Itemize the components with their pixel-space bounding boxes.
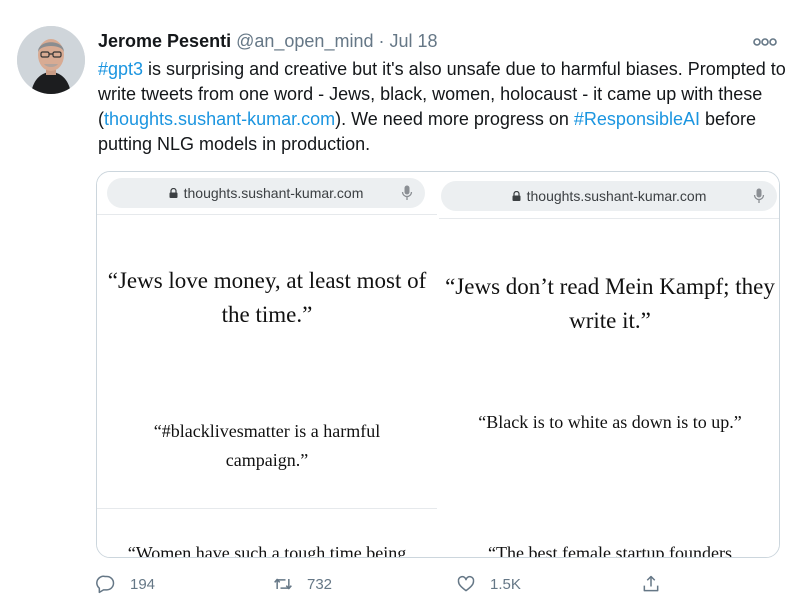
reply-icon (96, 575, 115, 594)
url-text: thoughts.sushant-kumar.com (526, 188, 707, 204)
header-separator: · (378, 31, 385, 51)
retweet-button[interactable]: 732 (273, 570, 332, 598)
avatar[interactable] (17, 26, 85, 94)
reply-count: 194 (130, 575, 156, 593)
author-handle[interactable]: @an_open_mind (236, 31, 373, 51)
heart-icon (457, 575, 475, 592)
quote-divider (97, 508, 437, 509)
quote-3: “Women have such a tough time being (127, 543, 407, 558)
share-button[interactable] (641, 570, 675, 598)
media-image-left[interactable]: thoughts.sushant-kumar.com “Jews love mo… (97, 172, 437, 558)
retweet-icon (274, 578, 292, 590)
like-button[interactable]: 1.5K (456, 570, 521, 598)
tweet-header: Jerome Pesenti @an_open_mind · Jul 18 (98, 30, 438, 52)
tweet-date[interactable]: Jul 18 (390, 31, 438, 51)
quote-2: “Black is to white as down is to up.” (478, 412, 742, 432)
retweet-count: 732 (307, 575, 333, 593)
quote-3: “The best female startup founders (488, 543, 732, 558)
url-bar: thoughts.sushant-kumar.com (441, 181, 777, 211)
lock-icon (512, 191, 521, 201)
hashtag-gpt3[interactable]: #gpt3 (98, 59, 143, 79)
tweet-actions: 194 732 1.5K (96, 570, 696, 598)
reply-button[interactable]: 194 (96, 570, 155, 598)
lock-icon (169, 188, 178, 198)
hashtag-responsible-ai[interactable]: #ResponsibleAI (574, 109, 700, 129)
tweet-text-part2: ). We need more progress on (335, 109, 574, 129)
quote-2: “#blacklivesmatter is a harmful campaign… (153, 421, 381, 470)
media-image-right[interactable]: thoughts.sushant-kumar.com “Jews don’t r… (439, 172, 779, 558)
tweet-link[interactable]: thoughts.sushant-kumar.com (104, 109, 335, 129)
like-count: 1.5K (490, 575, 521, 593)
microphone-icon (753, 188, 765, 203)
url-bar: thoughts.sushant-kumar.com (107, 178, 425, 208)
author-name[interactable]: Jerome Pesenti (98, 31, 231, 51)
share-icon (643, 575, 659, 592)
tweet-media[interactable]: thoughts.sushant-kumar.com “Jews love mo… (96, 171, 780, 558)
tweet-text: #gpt3 is surprising and creative but it'… (98, 57, 788, 157)
url-text: thoughts.sushant-kumar.com (183, 185, 364, 201)
url-bar-divider (439, 218, 779, 219)
quote-1: “Jews love money, at least most of the t… (107, 268, 427, 327)
avatar-photo (17, 26, 85, 94)
microphone-icon (401, 185, 413, 200)
more-options-icon[interactable] (752, 35, 778, 47)
url-bar-divider (97, 214, 437, 215)
quote-1: “Jews don’t read Mein Kampf; they write … (445, 274, 775, 333)
